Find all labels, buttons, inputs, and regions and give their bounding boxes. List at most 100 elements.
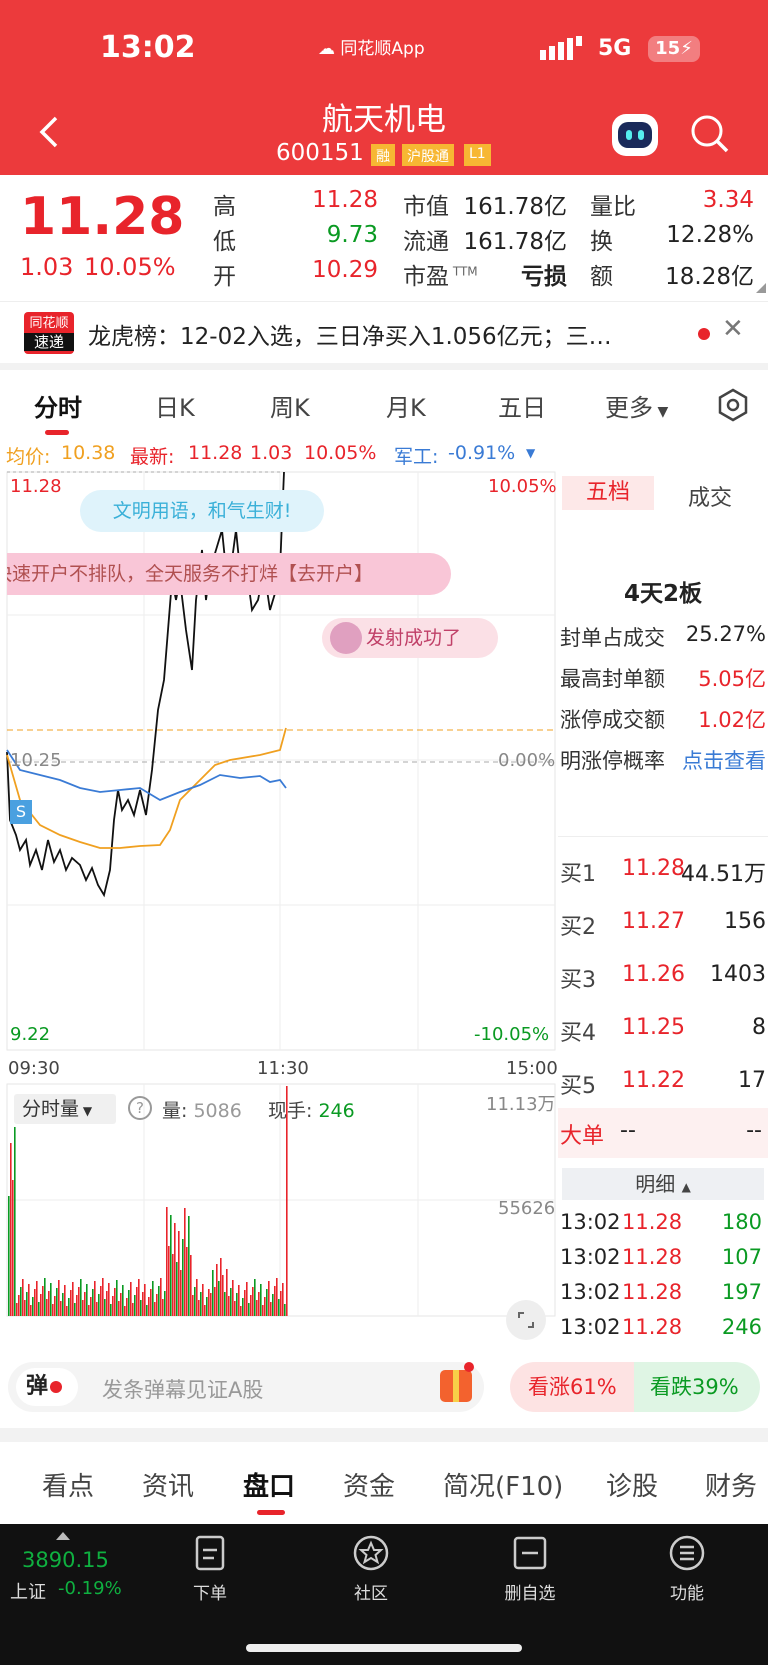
tab-monthly-k[interactable]: 月K [386,388,426,423]
bid-row[interactable]: 买4 11.25 8 [558,1003,768,1055]
danmu-bubble-2[interactable]: 快速开户不排队，全天服务不打烊【去开户】 [7,553,451,595]
limit-prob-link[interactable]: 点击查看 [682,745,766,775]
bid-price: 11.26 [622,962,685,987]
volume-bar [232,1280,234,1316]
vol-ratio-value: 3.34 [702,187,754,213]
tab-diagnosis[interactable]: 诊股 [606,1466,658,1503]
tab-order-book[interactable]: 五档 [562,476,654,510]
tab-intraday[interactable]: 分时 [34,388,82,423]
volume-bar [218,1281,220,1316]
volume-bar [130,1282,132,1316]
trade-detail-header[interactable]: 明细 ▲ [562,1168,764,1200]
tab-more[interactable]: 更多 ▼ [605,388,668,423]
stat-value: 25.27% [685,622,766,646]
trade-time: 13:02 [560,1245,621,1269]
volume-bar [86,1284,88,1316]
sell-marker-icon[interactable]: S [10,800,32,824]
bid-row[interactable]: 买5 11.22 17 [558,1056,768,1108]
sector-dropdown-icon[interactable]: ▼ [526,446,535,460]
bid-row[interactable]: 买3 11.26 1403 [558,950,768,1002]
tab-news[interactable]: 资讯 [142,1466,194,1503]
expand-index-icon[interactable] [56,1532,70,1540]
volume-indicator-select[interactable]: 分时量 ▼ [14,1094,116,1124]
board-streak: 4天2板 [623,581,702,607]
bearish-vote-button[interactable]: 看跌39% [634,1362,760,1412]
bid-row[interactable]: 买2 11.27 156 [558,897,768,949]
tab-order-panel[interactable]: 盘口 [243,1466,295,1503]
help-icon[interactable]: ? [128,1096,152,1120]
volume-bar [36,1281,38,1316]
volume-bar [118,1301,120,1316]
float-value: 161.78亿 [463,229,567,255]
tab-trades[interactable]: 成交 [688,480,732,512]
volume-bar [122,1285,124,1316]
news-logo-top: 同花顺 [29,316,69,331]
big-order-label: 大单 [560,1124,605,1149]
bid-row[interactable]: 买1 11.28 44.51万 [558,844,768,896]
intraday-chart[interactable]: 11.28 10.05% 10.25 0.00% 9.22 -10.05% 09… [0,470,558,1350]
trade-volume: 107 [721,1245,762,1269]
news-logo: 同花顺 速递 [24,312,74,354]
pct-axis-mid: 0.00% [498,750,556,771]
nav-community[interactable]: 社区 [311,1534,431,1604]
bid-price: 11.25 [622,1015,685,1040]
search-icon[interactable] [690,114,730,154]
gift-icon[interactable] [440,1362,474,1402]
danmu-input[interactable]: 发条弹幕见证A股 [102,1374,263,1404]
expand-corner-icon[interactable] [756,283,766,293]
volume-bar [56,1288,58,1316]
danmu-bubble-3-text: 发射成功了 [366,627,462,649]
volume-bar [12,1180,14,1316]
index-value[interactable]: 3890.15 [22,1548,109,1572]
bid-level: 买3 [560,968,596,993]
fullscreen-icon[interactable] [506,1300,546,1340]
trade-price: 11.28 [622,1245,683,1269]
order-form-icon [195,1535,225,1571]
sector-pct[interactable]: -0.91% [448,442,515,464]
volume-bar [106,1291,108,1316]
stat-row: 封单占成交 25.27% [558,622,768,662]
volume-bar [272,1294,274,1316]
volume-bar [34,1289,36,1316]
volume-bar [152,1281,154,1316]
news-ticker[interactable]: 同花顺 速递 龙虎榜：12-02入选，三日净买入1.056亿元；三… ✕ [0,301,768,363]
volume-bar [252,1287,254,1316]
tab-profile-f10[interactable]: 简况(F10) [443,1466,563,1503]
tab-weekly-k[interactable]: 周K [270,388,310,423]
volume-bar [270,1302,272,1316]
trade-volume: 197 [721,1280,762,1304]
tab-funds[interactable]: 资金 [343,1466,395,1503]
sector-label[interactable]: 军工: [394,442,438,469]
volume-bar [80,1279,82,1316]
divider [0,363,768,370]
home-indicator[interactable] [246,1644,522,1652]
trade-price: 11.28 [622,1280,683,1304]
news-text[interactable]: 龙虎榜：12-02入选，三日净买入1.056亿元；三… [88,317,668,351]
volume-bar [62,1293,64,1316]
tab-more-label: 更多 [605,394,653,422]
tab-daily-k[interactable]: 日K [155,388,195,423]
volume-bar [210,1293,212,1316]
robot-assistant-icon[interactable] [612,114,658,156]
volume-bar [276,1278,278,1316]
volume-bar [102,1278,104,1316]
tab-highlights[interactable]: 看点 [42,1466,94,1503]
nav-place-order[interactable]: 下单 [150,1534,270,1604]
volume-bar [258,1292,260,1316]
close-icon[interactable]: ✕ [722,314,744,344]
volume-bar [74,1303,76,1316]
chart-infobar: 均价: 10.38 最新: 11.28 1.03 10.05% 军工: -0.9… [0,438,768,470]
volume-bar [248,1303,250,1316]
stat-row: 最高封单额 5.05亿 [558,663,768,703]
danmu-toggle-icon[interactable]: 弹 [16,1368,78,1406]
nav-functions[interactable]: 功能 [627,1534,747,1604]
tab-financials[interactable]: 财务 [705,1466,757,1503]
tab-five-day[interactable]: 五日 [498,388,546,423]
rocket-avatar-icon [330,622,362,654]
volume-bar [202,1284,204,1316]
bullish-vote-button[interactable]: 看涨61% [510,1362,636,1412]
settings-icon[interactable] [716,388,750,422]
price-axis-bottom: 9.22 [10,1024,51,1045]
functions-menu-icon [669,1535,705,1571]
nav-remove-watchlist[interactable]: 删自选 [470,1534,590,1604]
